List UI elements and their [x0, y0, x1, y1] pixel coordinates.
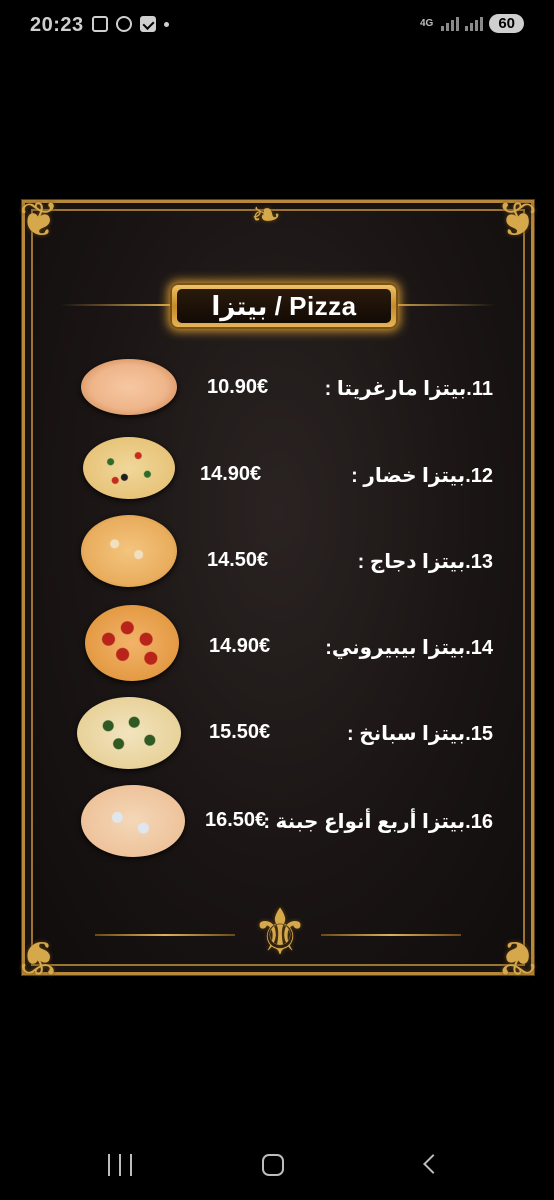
- network-label: 4G: [419, 18, 434, 29]
- pizza-pepperoni-image: [85, 605, 179, 681]
- ornament-line: [95, 934, 235, 936]
- status-time: 20:23: [30, 14, 84, 36]
- item-price: 16.50€: [205, 809, 267, 831]
- item-price: 10.90€: [207, 376, 269, 398]
- dot-icon: [164, 21, 169, 27]
- menu-item: 14.90€ 12.بيتزا خضار :: [25, 437, 537, 517]
- navigation-bar: [0, 1120, 554, 1200]
- item-price: 15.50€: [209, 721, 271, 743]
- home-icon[interactable]: [262, 1154, 284, 1176]
- item-name: 16.بيتزا أربع أنواع جبنة :: [263, 811, 493, 833]
- status-right: 4G 60: [420, 14, 524, 33]
- menu-title: بيتزا / Pizza: [177, 289, 391, 323]
- pizza-spinach-image: [77, 697, 181, 769]
- corner-ornament-icon: ❦: [19, 930, 60, 983]
- title-rule: [385, 304, 495, 306]
- item-price: 14.90€: [209, 635, 271, 657]
- battery-level: 60: [489, 14, 524, 33]
- title-banner: بيتزا / Pizza: [170, 283, 398, 329]
- corner-ornament-icon: ❦: [19, 194, 60, 247]
- signal-icon-2: [465, 16, 484, 31]
- recents-icon[interactable]: [108, 1154, 132, 1176]
- pizza-margherita-image: [81, 359, 177, 415]
- menu-item: 16.50€ 16.بيتزا أربع أنواع جبنة :: [25, 785, 537, 865]
- corner-ornament-icon: ❦: [496, 930, 537, 983]
- item-name: 14.بيتزا بيبيروني:: [325, 637, 493, 659]
- menu-board: ❦ ❦ ❦ ❦ ❧ ⚜ بيتزا / Pizza 10.90€ 11.بيتز…: [19, 194, 537, 983]
- pizza-vegetable-image: [83, 437, 175, 499]
- fleur-de-lis-icon: ⚜: [251, 896, 309, 968]
- menu-item: 14.90€ 14.بيتزا بيبيروني:: [25, 605, 537, 685]
- menu-item: 10.90€ 11.بيتزا مارغريتا :: [25, 349, 537, 429]
- fan-icon: [116, 16, 132, 32]
- signal-icon: [441, 16, 460, 31]
- pizza-four-cheese-image: [81, 785, 185, 857]
- pizza-chicken-image: [81, 515, 177, 587]
- item-name: 12.بيتزا خضار :: [351, 465, 493, 487]
- status-bar: 20:23 4G 60: [0, 0, 554, 52]
- top-ornament-icon: ❧: [251, 194, 282, 235]
- ornament-line: [321, 934, 461, 936]
- corner-ornament-icon: ❦: [496, 194, 537, 247]
- title-rule: [61, 304, 171, 306]
- status-icons: [92, 16, 169, 32]
- item-name: 15.بيتزا سبانخ :: [347, 723, 493, 745]
- item-name: 13.بيتزا دجاج :: [357, 551, 493, 573]
- item-price: 14.90€: [200, 463, 262, 485]
- screenshot-icon: [92, 16, 108, 32]
- menu-item: 15.50€ 15.بيتزا سبانخ :: [25, 697, 537, 777]
- menu-item: 14.50€ 13.بيتزا دجاج :: [25, 515, 537, 595]
- back-icon[interactable]: [423, 1154, 443, 1174]
- item-name: 11.بيتزا مارغريتا :: [324, 378, 493, 400]
- checkbox-icon: [140, 16, 156, 32]
- item-price: 14.50€: [207, 549, 269, 571]
